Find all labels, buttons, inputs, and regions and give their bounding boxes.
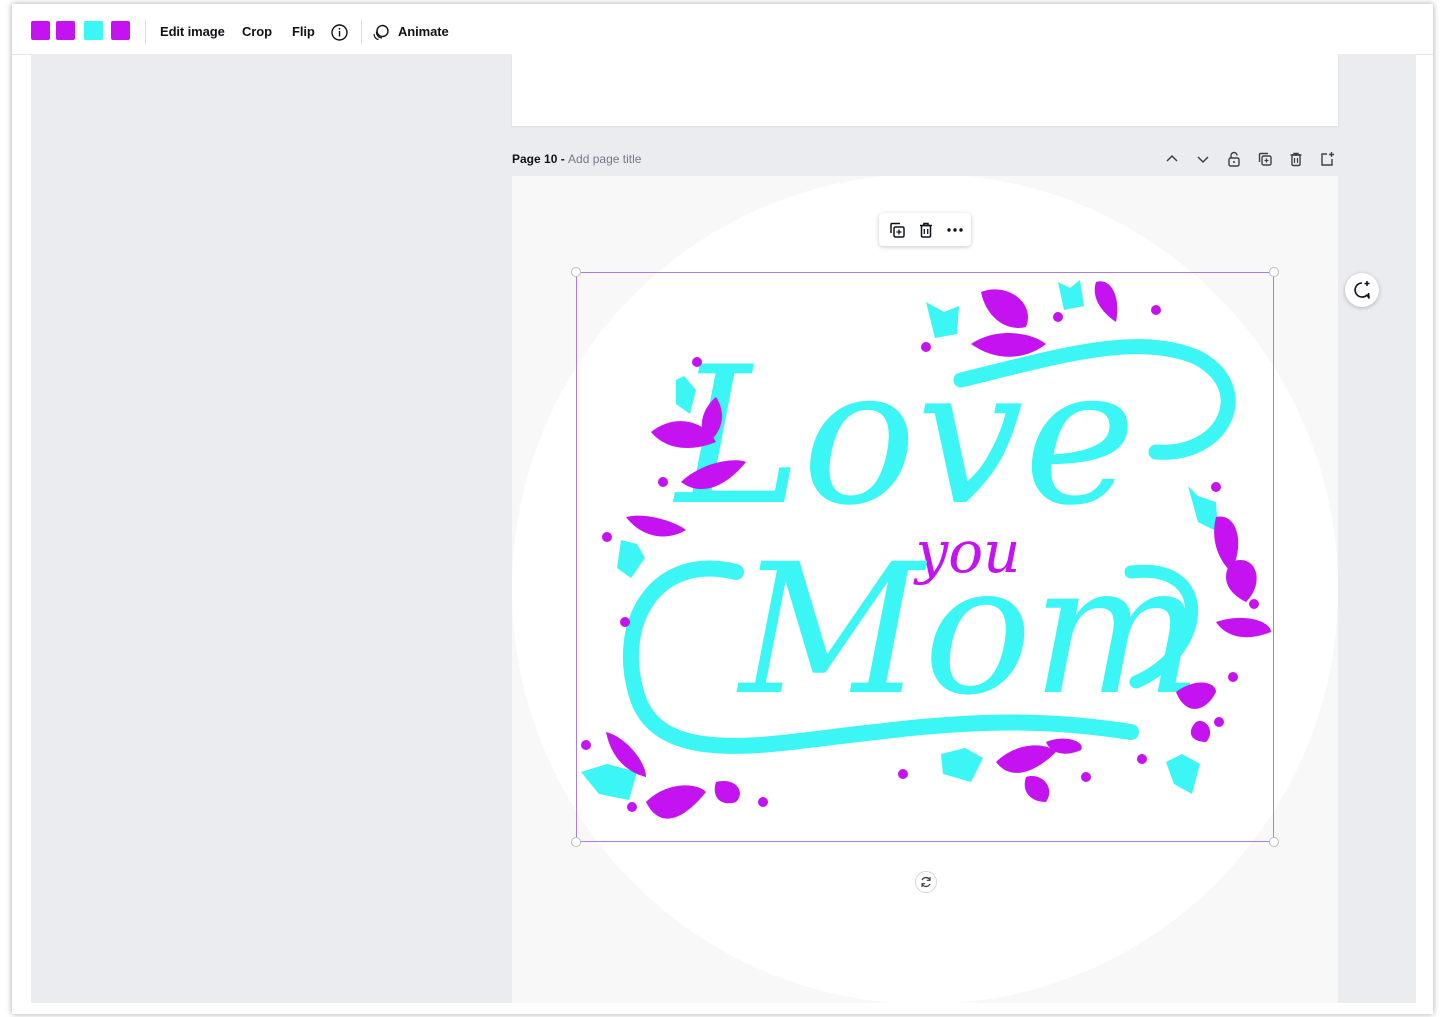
duplicate-page-icon[interactable] (1256, 150, 1274, 168)
lock-icon[interactable] (1225, 150, 1243, 168)
delete-icon[interactable] (916, 220, 936, 240)
design-page[interactable]: Love you Mom (512, 176, 1338, 1003)
animate-icon[interactable] (372, 23, 391, 42)
chevron-down-icon[interactable] (1194, 150, 1212, 168)
color-swatch[interactable] (56, 21, 75, 40)
resize-handle-bottom-left[interactable] (571, 837, 581, 847)
more-icon[interactable] (945, 220, 965, 240)
color-swatch[interactable] (111, 21, 130, 40)
page-number: Page 10 - (512, 152, 569, 166)
resize-handle-top-left[interactable] (571, 267, 581, 277)
toolbar-divider (361, 20, 362, 44)
rotate-icon[interactable] (915, 871, 937, 893)
canvas-workspace: Page 10 - Add page title Love you Mom (31, 54, 1416, 1003)
info-icon[interactable] (331, 24, 348, 41)
delete-page-icon[interactable] (1287, 150, 1305, 168)
color-swatch[interactable] (84, 21, 103, 40)
flip-button[interactable]: Flip (292, 24, 315, 39)
add-comment-icon[interactable] (1345, 273, 1379, 307)
animate-button[interactable]: Animate (398, 24, 449, 39)
element-context-menu (879, 213, 971, 246)
duplicate-icon[interactable] (887, 220, 907, 240)
toolbar-divider (145, 20, 146, 44)
resize-handle-top-right[interactable] (1269, 267, 1279, 277)
resize-handle-bottom-right[interactable] (1269, 837, 1279, 847)
crop-button[interactable]: Crop (242, 24, 272, 39)
editor-toolbar (12, 4, 1433, 55)
add-page-icon[interactable] (1318, 150, 1336, 168)
selection-box (576, 272, 1274, 842)
previous-page[interactable] (512, 54, 1338, 126)
edit-image-button[interactable]: Edit image (160, 24, 225, 39)
page-title-bar: Page 10 - Add page title (512, 152, 641, 166)
page-title-input[interactable]: Add page title (568, 152, 641, 166)
color-swatch[interactable] (31, 21, 50, 40)
chevron-up-icon[interactable] (1163, 150, 1181, 168)
